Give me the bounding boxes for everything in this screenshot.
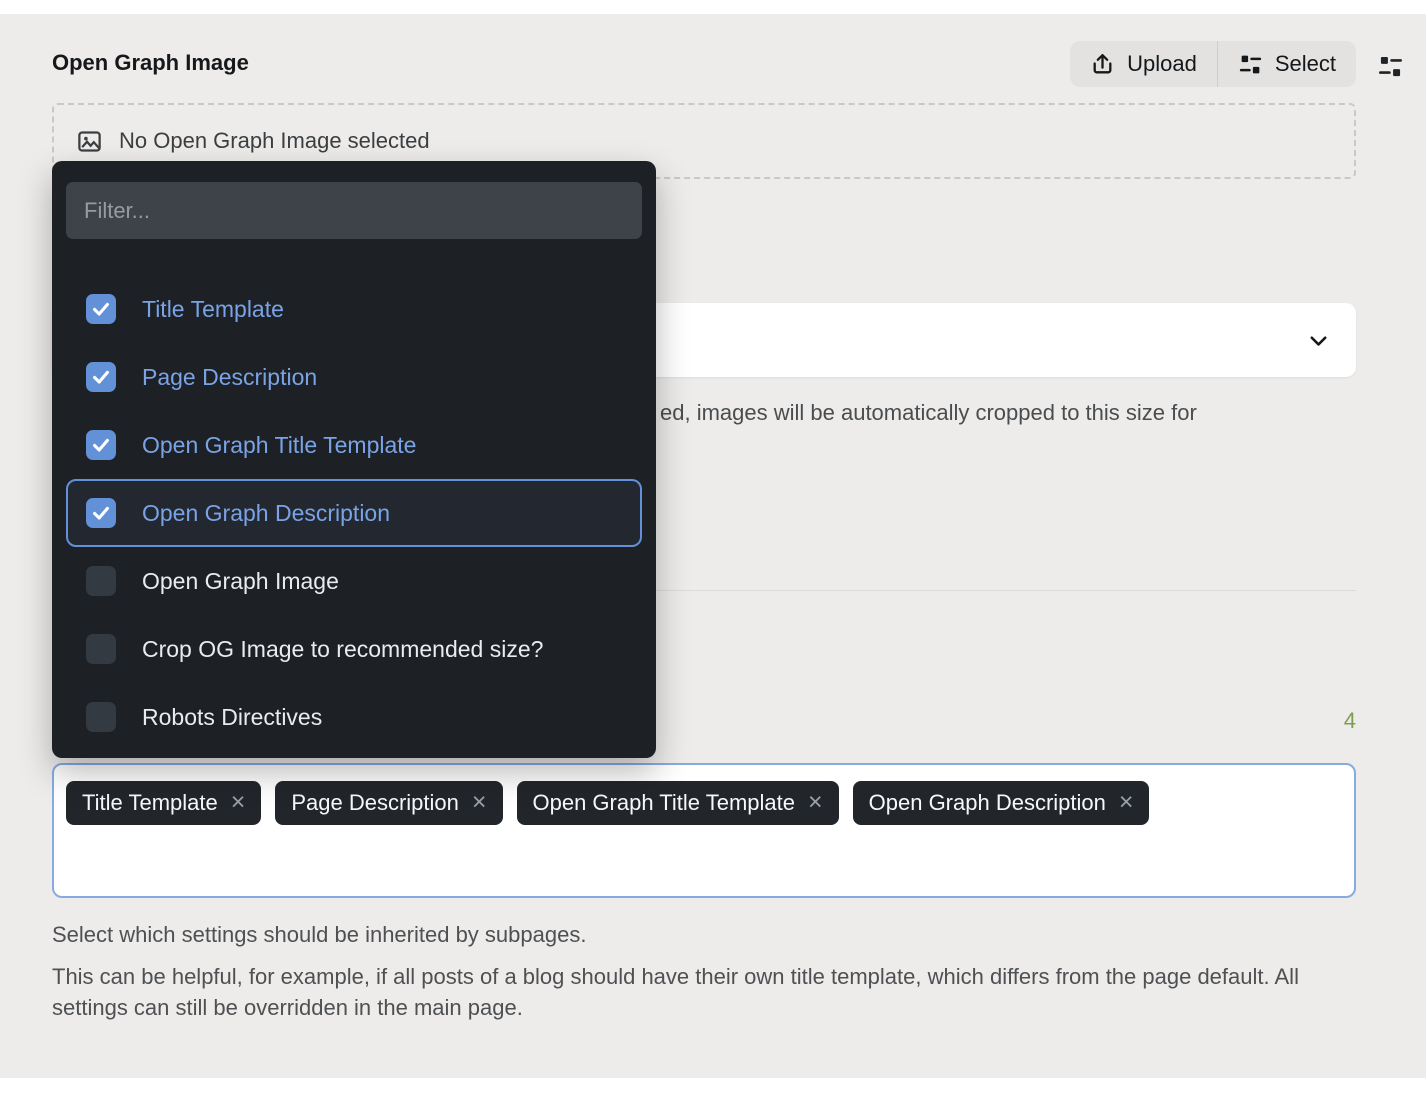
og-image-placeholder-text: No Open Graph Image selected: [119, 128, 430, 154]
tag-label: Open Graph Description: [869, 790, 1106, 816]
dropdown-option-label: Crop OG Image to recommended size?: [142, 636, 543, 663]
tag-pill: Page Description ×: [275, 781, 502, 825]
select-button[interactable]: Select: [1218, 41, 1356, 87]
help-paragraph: This can be helpful, for example, if all…: [52, 961, 1352, 1023]
checkbox-unchecked-icon[interactable]: [86, 566, 116, 596]
dropdown-option-label: Title Template: [142, 296, 284, 323]
checkbox-checked-icon[interactable]: [86, 294, 116, 324]
dropdown-option-label: Open Graph Description: [142, 500, 390, 527]
tag-remove-icon[interactable]: ×: [472, 790, 487, 815]
inherit-help-text: Select which settings should be inherite…: [52, 919, 1352, 1023]
upload-button-label: Upload: [1127, 51, 1197, 77]
crop-help-text-partial: ed, images will be automatically cropped…: [660, 400, 1360, 426]
dropdown-option-label: Open Graph Image: [142, 568, 339, 595]
dropdown-option[interactable]: Open Graph Description: [66, 479, 642, 547]
og-image-field-label: Open Graph Image: [52, 50, 249, 76]
dropdown-option[interactable]: Page Description: [66, 343, 642, 411]
dropdown-option[interactable]: Crop OG Image to recommended size?: [66, 615, 642, 683]
tag-pill: Title Template ×: [66, 781, 261, 825]
checkbox-unchecked-icon[interactable]: [86, 634, 116, 664]
tag-remove-icon[interactable]: ×: [1119, 790, 1134, 815]
upload-icon: [1090, 52, 1115, 77]
chevron-down-icon: [1305, 327, 1332, 354]
tag-remove-icon[interactable]: ×: [231, 790, 246, 815]
image-icon: [76, 128, 103, 155]
tag-pill: Open Graph Description ×: [853, 781, 1150, 825]
select-button-label: Select: [1275, 51, 1336, 77]
tag-label: Page Description: [291, 790, 459, 816]
dropdown-option[interactable]: Open Graph Title Template: [66, 411, 642, 479]
dropdown-options: Title Template Page Description Open Graph…: [52, 275, 656, 751]
tag-remove-icon[interactable]: ×: [808, 790, 823, 815]
checkbox-checked-icon[interactable]: [86, 498, 116, 528]
dropdown-option-label: Open Graph Title Template: [142, 432, 416, 459]
checkbox-unchecked-icon[interactable]: [86, 702, 116, 732]
dropdown-option[interactable]: Open Graph Image: [66, 547, 642, 615]
tag-pill: Open Graph Title Template ×: [517, 781, 839, 825]
dropdown-option[interactable]: Title Template: [66, 275, 642, 343]
checkbox-checked-icon[interactable]: [86, 430, 116, 460]
settings-page: Open Graph Image Upload Select: [0, 0, 1426, 1096]
checklist-icon: [1238, 52, 1263, 77]
filter-input[interactable]: [66, 182, 642, 239]
inherit-settings-field[interactable]: Title Template×Page Description×Open Gra…: [52, 763, 1356, 898]
upload-button[interactable]: Upload: [1070, 41, 1217, 87]
field-checklist-icon[interactable]: [1377, 53, 1404, 80]
tag-label: Title Template: [82, 790, 218, 816]
help-paragraph: Select which settings should be inherite…: [52, 919, 1352, 950]
og-image-actions: Upload Select: [1070, 41, 1356, 87]
tag-label: Open Graph Title Template: [533, 790, 796, 816]
dropdown-option-label: Robots Directives: [142, 704, 322, 731]
settings-dropdown: Title Template Page Description Open Graph…: [52, 161, 656, 758]
checkbox-checked-icon[interactable]: [86, 362, 116, 392]
dropdown-option[interactable]: Robots Directives: [66, 683, 642, 751]
dropdown-option-label: Page Description: [142, 364, 317, 391]
